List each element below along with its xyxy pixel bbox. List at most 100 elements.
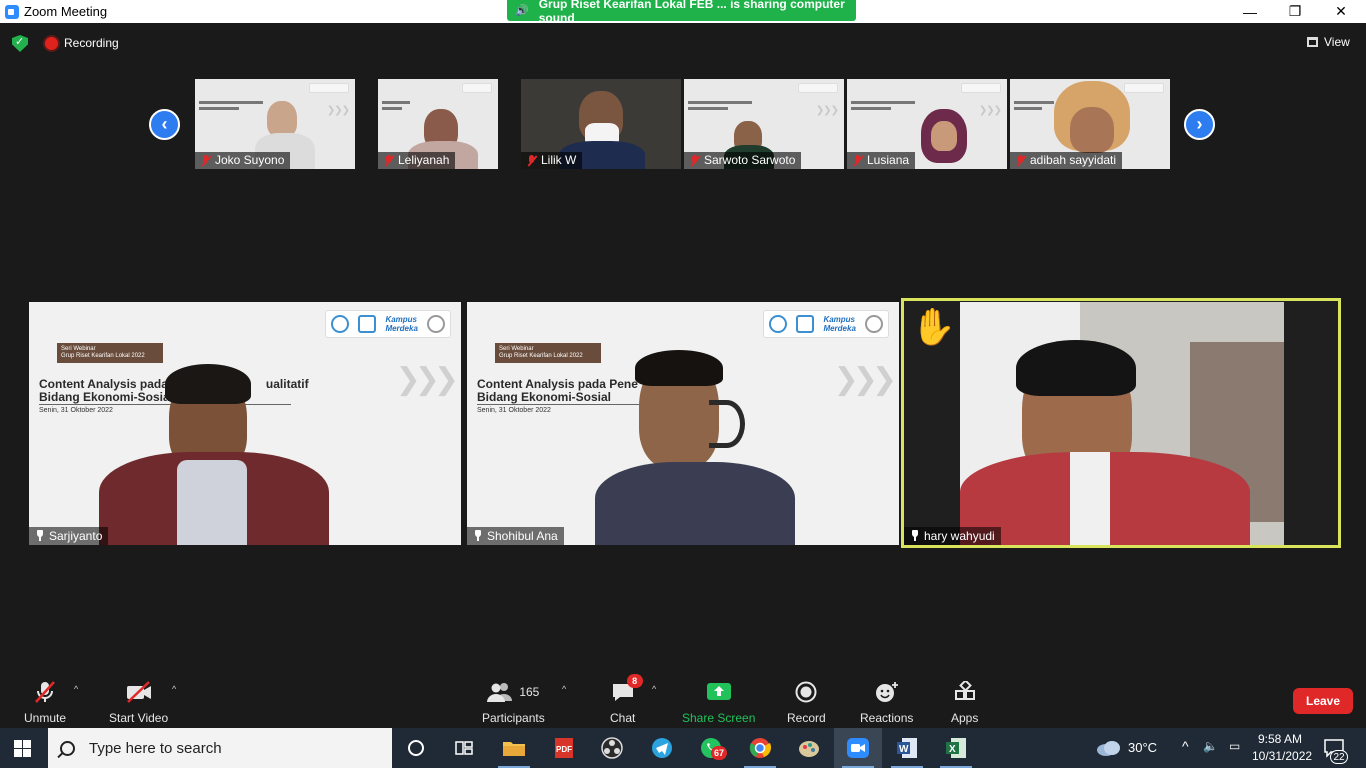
audio-options-caret[interactable]: ^	[74, 684, 78, 694]
svg-text:PDF: PDF	[556, 745, 572, 754]
view-button[interactable]: View	[1307, 35, 1350, 49]
pin-icon	[473, 530, 483, 541]
chrome-icon[interactable]	[736, 728, 784, 768]
taskbar-search[interactable]: Type here to search	[48, 728, 392, 768]
task-view-icon[interactable]	[440, 728, 488, 768]
participant-thumbnail[interactable]: Lilik W	[521, 79, 681, 169]
windows-start-icon[interactable]	[14, 740, 31, 757]
meeting-toolbar: Unmute ^ Start Video ^ 165 Participants …	[0, 670, 1366, 728]
chat-icon: 8	[611, 674, 643, 704]
svg-text:X: X	[949, 744, 956, 755]
participant-hair	[165, 364, 251, 404]
chevron-left-icon: ‹	[161, 114, 168, 134]
zoom-taskbar-icon[interactable]	[834, 728, 882, 768]
close-button[interactable]: ✕	[1318, 0, 1364, 23]
apps-label: Apps	[951, 711, 979, 725]
unmute-label: Unmute	[24, 711, 67, 725]
start-video-button[interactable]: Start Video	[109, 680, 168, 725]
slide-chevrons: ❯❯❯	[978, 105, 1002, 116]
search-icon	[60, 740, 75, 756]
participant-video	[931, 121, 957, 151]
title-bar: Zoom Meeting 🔊 Grup Riset Kearifan Lokal…	[0, 0, 1366, 25]
volume-icon[interactable]: 🔈	[1203, 739, 1218, 753]
security-shield-icon[interactable]	[12, 35, 28, 52]
active-speaker-tile[interactable]: ✋ hary wahyudi	[901, 298, 1341, 548]
excel-icon[interactable]: X	[932, 728, 980, 768]
chevron-right-icon: ›	[1196, 114, 1203, 134]
word-icon[interactable]: W	[883, 728, 931, 768]
participants-options-caret[interactable]: ^	[562, 684, 566, 694]
video-tile[interactable]: Kampus Merdeka Seri Webinar Grup Riset Kea…	[29, 302, 461, 545]
video-options-caret[interactable]: ^	[172, 684, 176, 694]
windows-taskbar: Type here to search PDF 67 W X 30°C ^ 🔈 …	[0, 728, 1366, 768]
minimize-button[interactable]: —	[1227, 0, 1273, 23]
record-icon	[795, 680, 817, 704]
network-icon[interactable]: ▭	[1229, 739, 1240, 753]
participant-thumbnail[interactable]: ❯❯❯ Joko Suyono	[195, 79, 355, 169]
participant-name-label: Lusiana	[847, 152, 916, 169]
telegram-icon[interactable]	[638, 728, 686, 768]
participants-label: Participants	[482, 711, 545, 725]
paint-icon[interactable]	[785, 728, 833, 768]
raised-hand-icon: ✋	[911, 306, 956, 347]
whatsapp-icon[interactable]: 67	[687, 728, 735, 768]
recording-icon[interactable]	[45, 37, 58, 50]
video-off-icon	[125, 680, 153, 704]
start-video-label: Start Video	[109, 711, 169, 725]
clock-date[interactable]: 10/31/2022	[1252, 749, 1312, 763]
slide-series-badge: Seri Webinar Grup Riset Kearifan Lokal 20…	[57, 343, 163, 363]
cortana-icon[interactable]	[392, 728, 440, 768]
clock-time[interactable]: 9:58 AM	[1258, 732, 1302, 746]
participant-thumbnail[interactable]: adibah sayyidati	[1010, 79, 1170, 169]
tray-chevron-up-icon[interactable]: ^	[1182, 738, 1189, 754]
mic-muted-icon	[852, 155, 863, 166]
participant-video	[960, 302, 1284, 545]
chat-options-caret[interactable]: ^	[652, 684, 656, 694]
slide-logos: Kampus Merdeka	[325, 310, 451, 338]
obs-icon[interactable]	[588, 728, 636, 768]
slide-logos	[309, 83, 349, 93]
slide-text-lines	[851, 101, 921, 121]
smiley-plus-icon	[875, 680, 899, 704]
mic-muted-icon	[383, 155, 394, 166]
weather-cloud-icon[interactable]	[1096, 739, 1122, 762]
video-tile[interactable]: Kampus Merdeka Seri Webinar Grup Riset Kea…	[467, 302, 899, 545]
sharing-sound-banner[interactable]: 🔊 Grup Riset Kearifan Lokal FEB ... is s…	[507, 0, 856, 25]
recording-label[interactable]: Recording	[64, 36, 119, 50]
slide-text-lines	[199, 101, 269, 121]
slide-text-lines	[688, 101, 758, 121]
weather-temperature[interactable]: 30°C	[1128, 740, 1157, 755]
participant-hair	[635, 350, 723, 386]
slide-logos	[1124, 83, 1164, 93]
participant-thumbnail[interactable]: ❯❯❯ Sarwoto Sarwoto	[684, 79, 844, 169]
unmute-button[interactable]: Unmute	[24, 680, 66, 725]
share-screen-button[interactable]: Share Screen	[682, 680, 755, 725]
chat-unread-badge: 8	[626, 674, 643, 688]
previous-page-button[interactable]: ‹	[149, 109, 180, 140]
apps-button[interactable]: Apps	[951, 680, 978, 725]
reactions-button[interactable]: Reactions	[860, 680, 913, 725]
restore-button[interactable]: ❐	[1272, 0, 1318, 23]
svg-text:W: W	[899, 744, 909, 755]
slide-logos	[961, 83, 1001, 93]
mic-muted-icon	[33, 680, 57, 704]
leave-button[interactable]: Leave	[1293, 688, 1353, 714]
slide-date: Senin, 31 Oktober 2022	[477, 407, 551, 414]
pin-icon	[35, 530, 45, 541]
record-label: Record	[787, 711, 826, 725]
apps-icon	[954, 680, 976, 704]
participant-name-label: Sarwoto Sarwoto	[684, 152, 802, 169]
participant-name-label: hary wahyudi	[904, 527, 1001, 545]
pdf-app-icon[interactable]: PDF	[540, 728, 588, 768]
record-button[interactable]: Record	[787, 680, 826, 725]
participant-name-label: Joko Suyono	[195, 152, 291, 169]
participants-button[interactable]: 165 Participants	[482, 680, 545, 725]
taskbar-search-placeholder: Type here to search	[89, 739, 222, 757]
participant-thumbnail[interactable]: ❯❯❯ Lusiana	[847, 79, 1007, 169]
chat-button[interactable]: 8 Chat	[610, 674, 643, 725]
participant-thumbnail[interactable]: Leliyanah	[378, 79, 498, 169]
next-page-button[interactable]: ›	[1184, 109, 1215, 140]
whatsapp-badge: 67	[710, 746, 727, 760]
file-explorer-icon[interactable]	[490, 728, 538, 768]
notification-count-badge: 22	[1330, 750, 1348, 764]
